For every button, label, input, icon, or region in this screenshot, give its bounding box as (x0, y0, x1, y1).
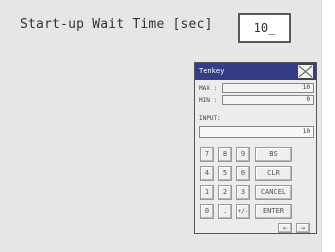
cursor-left-button[interactable]: ← (278, 223, 292, 233)
cancel-button[interactable]: CANCEL (255, 185, 292, 200)
startup-wait-time-field[interactable]: 10_ (238, 13, 291, 43)
min-label: MIN : (199, 97, 218, 104)
key-4[interactable]: 4 (200, 166, 214, 181)
cursor-right-button[interactable]: → (296, 223, 310, 233)
min-value: 0 (222, 95, 314, 105)
key-8[interactable]: 8 (218, 147, 232, 162)
input-field[interactable]: 10 (199, 126, 314, 138)
screen: Start-up Wait Time [sec] 10_ Tenkey MAX … (0, 0, 335, 252)
backspace-button[interactable]: BS (255, 147, 292, 162)
arrow-left-icon: ← (282, 224, 288, 232)
close-button[interactable] (297, 64, 314, 79)
key-3[interactable]: 3 (236, 185, 250, 200)
max-value: 10 (222, 83, 314, 93)
key-2[interactable]: 2 (218, 185, 232, 200)
enter-button[interactable]: ENTER (255, 204, 292, 219)
key-6[interactable]: 6 (236, 166, 250, 181)
key-0[interactable]: 0 (200, 204, 214, 219)
key-7[interactable]: 7 (200, 147, 214, 162)
input-label: INPUT: (199, 115, 221, 122)
settings-panel: Start-up Wait Time [sec] 10_ Tenkey MAX … (0, 0, 322, 252)
max-label: MAX : (199, 85, 218, 92)
key-dot[interactable]: . (218, 204, 232, 219)
tenkey-dialog: Tenkey MAX : 10 MIN : 0 INPUT: 10 7 8 9 … (194, 62, 317, 234)
key-sign[interactable]: +/- (236, 204, 250, 219)
key-5[interactable]: 5 (218, 166, 232, 181)
close-icon (298, 65, 313, 78)
clear-button[interactable]: CLR (255, 166, 292, 181)
startup-wait-time-label: Start-up Wait Time [sec] (20, 17, 213, 32)
arrow-right-icon: → (300, 224, 306, 232)
key-9[interactable]: 9 (236, 147, 250, 162)
key-1[interactable]: 1 (200, 185, 214, 200)
